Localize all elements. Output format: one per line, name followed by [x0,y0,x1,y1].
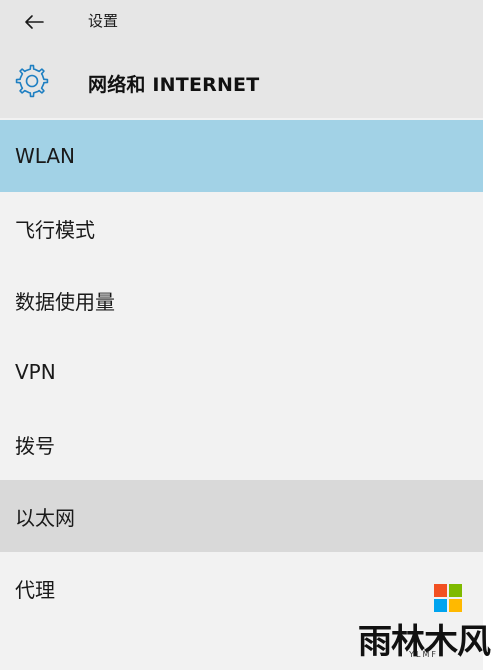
arrow-left-icon [25,15,44,29]
watermark: 雨林木风 YLMF [330,584,491,664]
windows-logo-icon [434,584,462,612]
nav-item-wlan[interactable]: WLAN [0,120,483,192]
settings-panel: 设置 网络和 INTERNET WLAN 飞行模式数据使用量 VPN 拨号以太网代理 [0,0,483,670]
app-title: 设置 [88,12,119,30]
logo-red-pane [434,584,447,597]
nav-item-label: 代理 [15,577,55,602]
logo-blue-pane [434,599,447,612]
page-title: 网络和 INTERNET [88,74,260,96]
settings-header: 设置 网络和 INTERNET [0,0,483,118]
logo-green-pane [449,584,462,597]
nav-item-vpn[interactable]: VPN [0,336,483,408]
nav-item-airplane-mode[interactable]: 飞行模式 [0,192,483,264]
logo-yellow-pane [449,599,462,612]
nav-item-label: 飞行模式 [15,217,95,242]
nav-item-dial-up[interactable]: 拨号 [0,408,483,480]
back-button[interactable] [14,6,54,38]
nav-item-ethernet[interactable]: 以太网 [0,480,483,552]
nav-item-label: WLAN [15,144,76,168]
nav-item-label: 以太网 [15,505,75,530]
watermark-subtext: YLMF [409,650,438,659]
gear-icon [14,63,50,99]
nav-list: WLAN 飞行模式数据使用量 VPN 拨号以太网代理 [0,120,483,624]
nav-item-data-usage[interactable]: 数据使用量 [0,264,483,336]
nav-item-label: VPN [15,360,56,384]
scrollbar-track[interactable] [483,0,500,670]
nav-item-label: 拨号 [15,433,55,458]
nav-item-label: 数据使用量 [15,289,115,314]
